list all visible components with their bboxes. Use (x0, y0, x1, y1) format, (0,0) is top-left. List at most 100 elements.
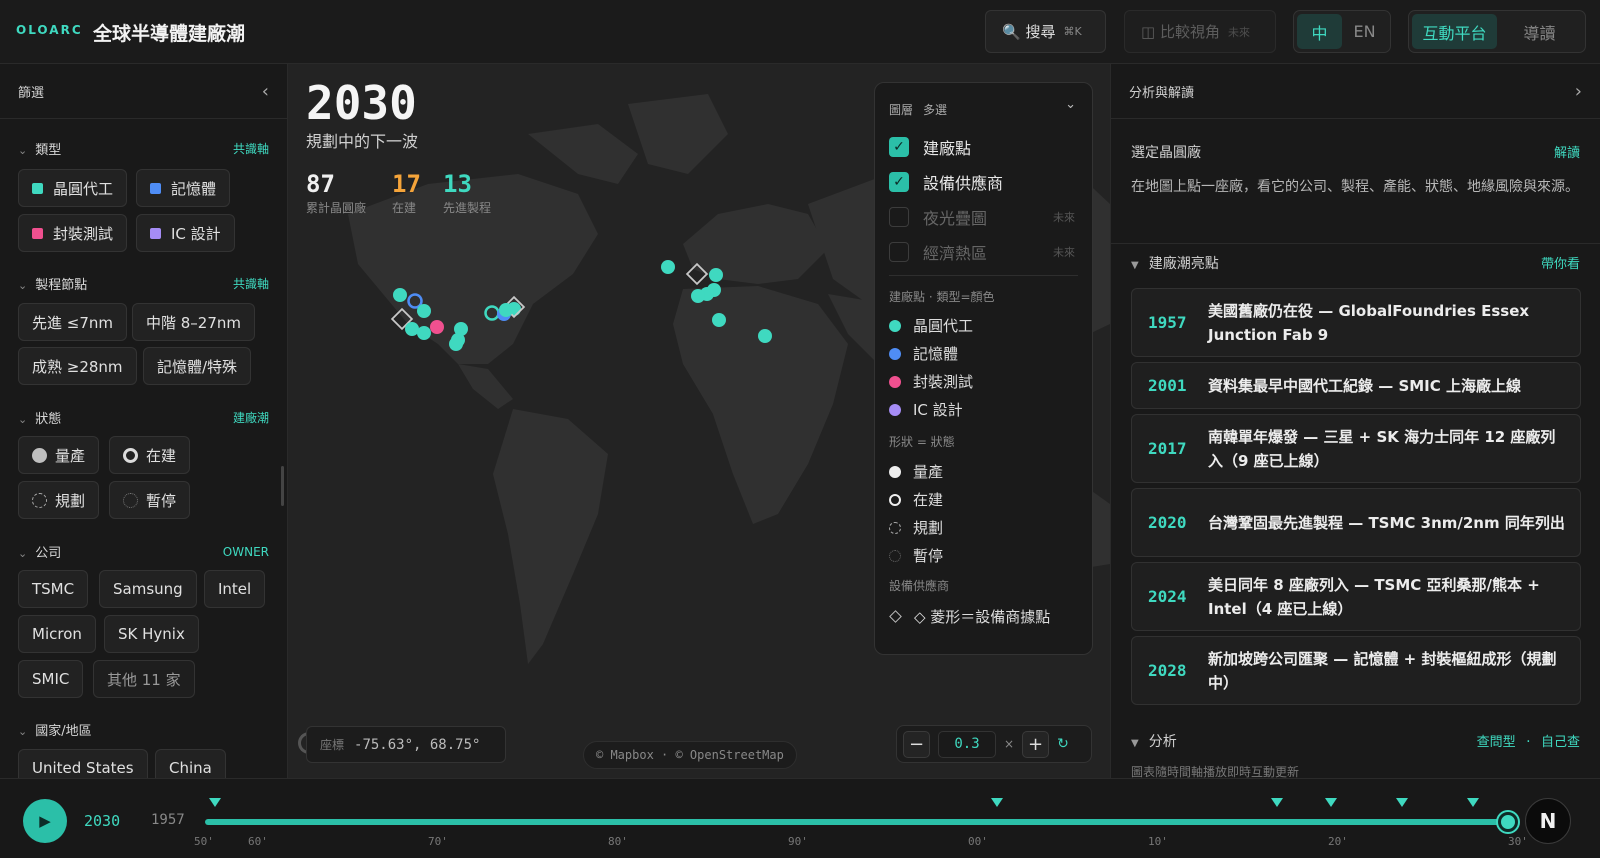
layer-toggle-nightlights[interactable]: 夜光疊圖 未來 (889, 205, 1089, 229)
node-chip-advanced[interactable]: 先進 ≤7nm (18, 303, 127, 341)
highlight-card[interactable]: 2001 資料集最早中國代工紀錄 — SMIC 上海廠上線 (1131, 362, 1581, 409)
soon-badge: 未來 (1053, 211, 1075, 224)
interpret-link[interactable]: 解讀 (1554, 142, 1580, 162)
collapse-left-icon[interactable]: ‹ (262, 81, 269, 102)
node-chip-mid[interactable]: 中階 8–27nm (132, 303, 256, 341)
lang-zh-option[interactable]: 中 (1297, 14, 1342, 49)
company-chip-smic[interactable]: SMIC (18, 660, 84, 698)
highlight-marker[interactable] (991, 798, 1003, 807)
highlight-marker[interactable] (1271, 798, 1283, 807)
world-map[interactable]: 2030 規劃中的下一波 87 累計晶圓廠 17 在建 13 先進製程 座標 -… (288, 64, 1110, 778)
chip-label: 晶圓代工 (53, 179, 114, 198)
company-section-header[interactable]: ⌄ 公司 OWNER (18, 542, 269, 562)
highlights-header[interactable]: ▼ 建廠潮亮點 帶你看 (1131, 253, 1580, 273)
query-mode-link[interactable]: 查問型 (1477, 735, 1516, 750)
supplier-diamond-marker[interactable] (685, 262, 709, 286)
fab-marker-foundry[interactable] (449, 337, 463, 351)
expand-right-icon[interactable]: › (1575, 81, 1582, 102)
company-chip-micron[interactable]: Micron (18, 615, 96, 653)
map-attribution[interactable]: © Mapbox · © OpenStreetMap (583, 741, 797, 769)
node-chip-mature[interactable]: 成熟 ≥28nm (18, 347, 137, 385)
checkbox-checked-icon[interactable]: ✓ (889, 172, 909, 192)
chevron-down-icon[interactable]: ⌄ (1065, 97, 1076, 112)
fab-marker-foundry[interactable] (709, 268, 723, 282)
node-chip-memory-special[interactable]: 記憶體/特殊 (143, 347, 252, 385)
mode-interactive-option[interactable]: 互動平台 (1412, 14, 1497, 49)
layer-toggle-fabs[interactable]: ✓ 建廠點 (889, 135, 971, 159)
region-chip-china[interactable]: China (155, 749, 226, 778)
fab-marker-foundry[interactable] (484, 305, 500, 321)
chevron-down-icon: ⌄ (18, 413, 28, 426)
type-chip-memory[interactable]: 記憶體 (136, 169, 231, 207)
timeline-track[interactable] (205, 819, 1508, 825)
fab-marker-packaging[interactable] (430, 320, 444, 334)
company-chip-skhynix[interactable]: SK Hynix (104, 615, 199, 653)
fab-marker-foundry[interactable] (417, 326, 431, 340)
type-chip-ic-design[interactable]: IC 設計 (136, 214, 235, 252)
zoom-in-button[interactable]: + (1022, 730, 1050, 758)
reset-view-icon[interactable]: ↻ (1057, 736, 1069, 752)
legend-label: 暫停 (913, 547, 944, 565)
legend-memory: 記憶體 (889, 343, 958, 364)
ic-design-swatch (150, 227, 161, 239)
chip-label: 在建 (146, 446, 177, 465)
status-chip-production[interactable]: 量產 (18, 436, 100, 474)
fab-marker-foundry[interactable] (712, 313, 726, 327)
timeline-current-year: 2030 (84, 812, 121, 830)
checkbox-checked-icon[interactable]: ✓ (889, 137, 909, 157)
fab-marker-foundry[interactable] (393, 288, 407, 302)
highlight-card[interactable]: 2017 南韓單年爆發 — 三星 + SK 海力士同年 12 座廠列入（9 座已上… (1131, 414, 1581, 483)
type-section-header[interactable]: ⌄ 類型 共識軸 (18, 139, 269, 158)
timeline-handle[interactable] (1498, 812, 1518, 832)
highlight-card[interactable]: 2020 台灣鞏固最先進製程 — TSMC 3nm/2nm 同年列出 (1131, 488, 1581, 557)
layers-header[interactable]: 圖層 多選 (889, 101, 947, 118)
lang-en-option[interactable]: EN (1342, 14, 1387, 49)
layer-toggle-suppliers[interactable]: ✓ 設備供應商 (889, 170, 1003, 194)
status-section-header[interactable]: ⌄ 狀態 建廠潮 (18, 408, 269, 427)
company-chip-samsung[interactable]: Samsung (99, 570, 197, 608)
fab-marker-foundry[interactable] (758, 329, 772, 343)
highlight-card[interactable]: 1957 美國舊廠仍在役 — GlobalFoundries Essex Junc… (1131, 288, 1581, 357)
analysis-header[interactable]: ▼ 分析 查問型 · 自己查 (1131, 731, 1580, 751)
node-section-header[interactable]: ⌄ 製程節點 共識軸 (18, 274, 269, 293)
search-button[interactable]: 🔍 搜尋 ⌘K (985, 10, 1106, 53)
mode-guide-option[interactable]: 導讀 (1497, 14, 1582, 49)
compare-view-button[interactable]: ◫ 比較視角 未來 (1124, 10, 1276, 53)
fab-marker-foundry[interactable] (499, 303, 513, 317)
highlight-marker[interactable] (209, 798, 221, 807)
guided-tour-link[interactable]: 帶你看 (1541, 253, 1580, 273)
status-chip-paused[interactable]: 暫停 (109, 481, 191, 519)
fab-marker-foundry[interactable] (661, 260, 675, 274)
left-scrollbar[interactable] (281, 466, 284, 506)
type-chip-foundry[interactable]: 晶圓代工 (18, 169, 128, 207)
chip-label: IC 設計 (171, 224, 221, 243)
company-chip-intel[interactable]: Intel (204, 570, 266, 608)
status-chip-construction[interactable]: 在建 (109, 436, 191, 474)
user-avatar[interactable]: N (1525, 798, 1571, 844)
zoom-out-button[interactable]: − (903, 730, 930, 758)
highlight-card[interactable]: 2024 美日同年 8 座廠列入 — TSMC 亞利桑那/熊本 + Intel（4… (1131, 562, 1581, 631)
play-button[interactable]: ▶ (23, 799, 67, 843)
zoom-controls: − 0.3 × + ↻ (896, 725, 1092, 763)
status-chip-planned[interactable]: 規劃 (18, 481, 100, 519)
type-chip-packaging[interactable]: 封裝測試 (18, 214, 128, 252)
highlight-marker[interactable] (1467, 798, 1479, 807)
checkbox-empty-icon[interactable] (889, 207, 909, 227)
chip-label: 量產 (55, 446, 86, 465)
fab-marker-foundry[interactable] (417, 304, 431, 318)
layer-toggle-econ-heat[interactable]: 經濟熱區 未來 (889, 240, 1089, 264)
company-chip-tsmc[interactable]: TSMC (18, 570, 89, 608)
fab-marker-foundry[interactable] (405, 322, 419, 336)
region-section-header[interactable]: ⌄ 國家/地區 (18, 720, 269, 739)
highlight-card[interactable]: 2028 新加坡跨公司匯聚 — 記憶體 + 封裝樞紐成形（規劃中） (1131, 636, 1581, 705)
self-explore-link[interactable]: 自己查 (1541, 735, 1580, 750)
region-chip-us[interactable]: United States (18, 749, 148, 778)
highlight-marker[interactable] (1396, 798, 1408, 807)
checkbox-empty-icon[interactable] (889, 242, 909, 262)
legend-label: IC 設計 (913, 401, 963, 419)
highlight-marker[interactable] (1325, 798, 1337, 807)
zoom-value[interactable]: 0.3 (938, 730, 996, 758)
fab-marker-memory[interactable] (407, 293, 423, 309)
company-chip-others[interactable]: 其他 11 家 (93, 660, 195, 698)
fab-marker-foundry[interactable] (691, 289, 705, 303)
